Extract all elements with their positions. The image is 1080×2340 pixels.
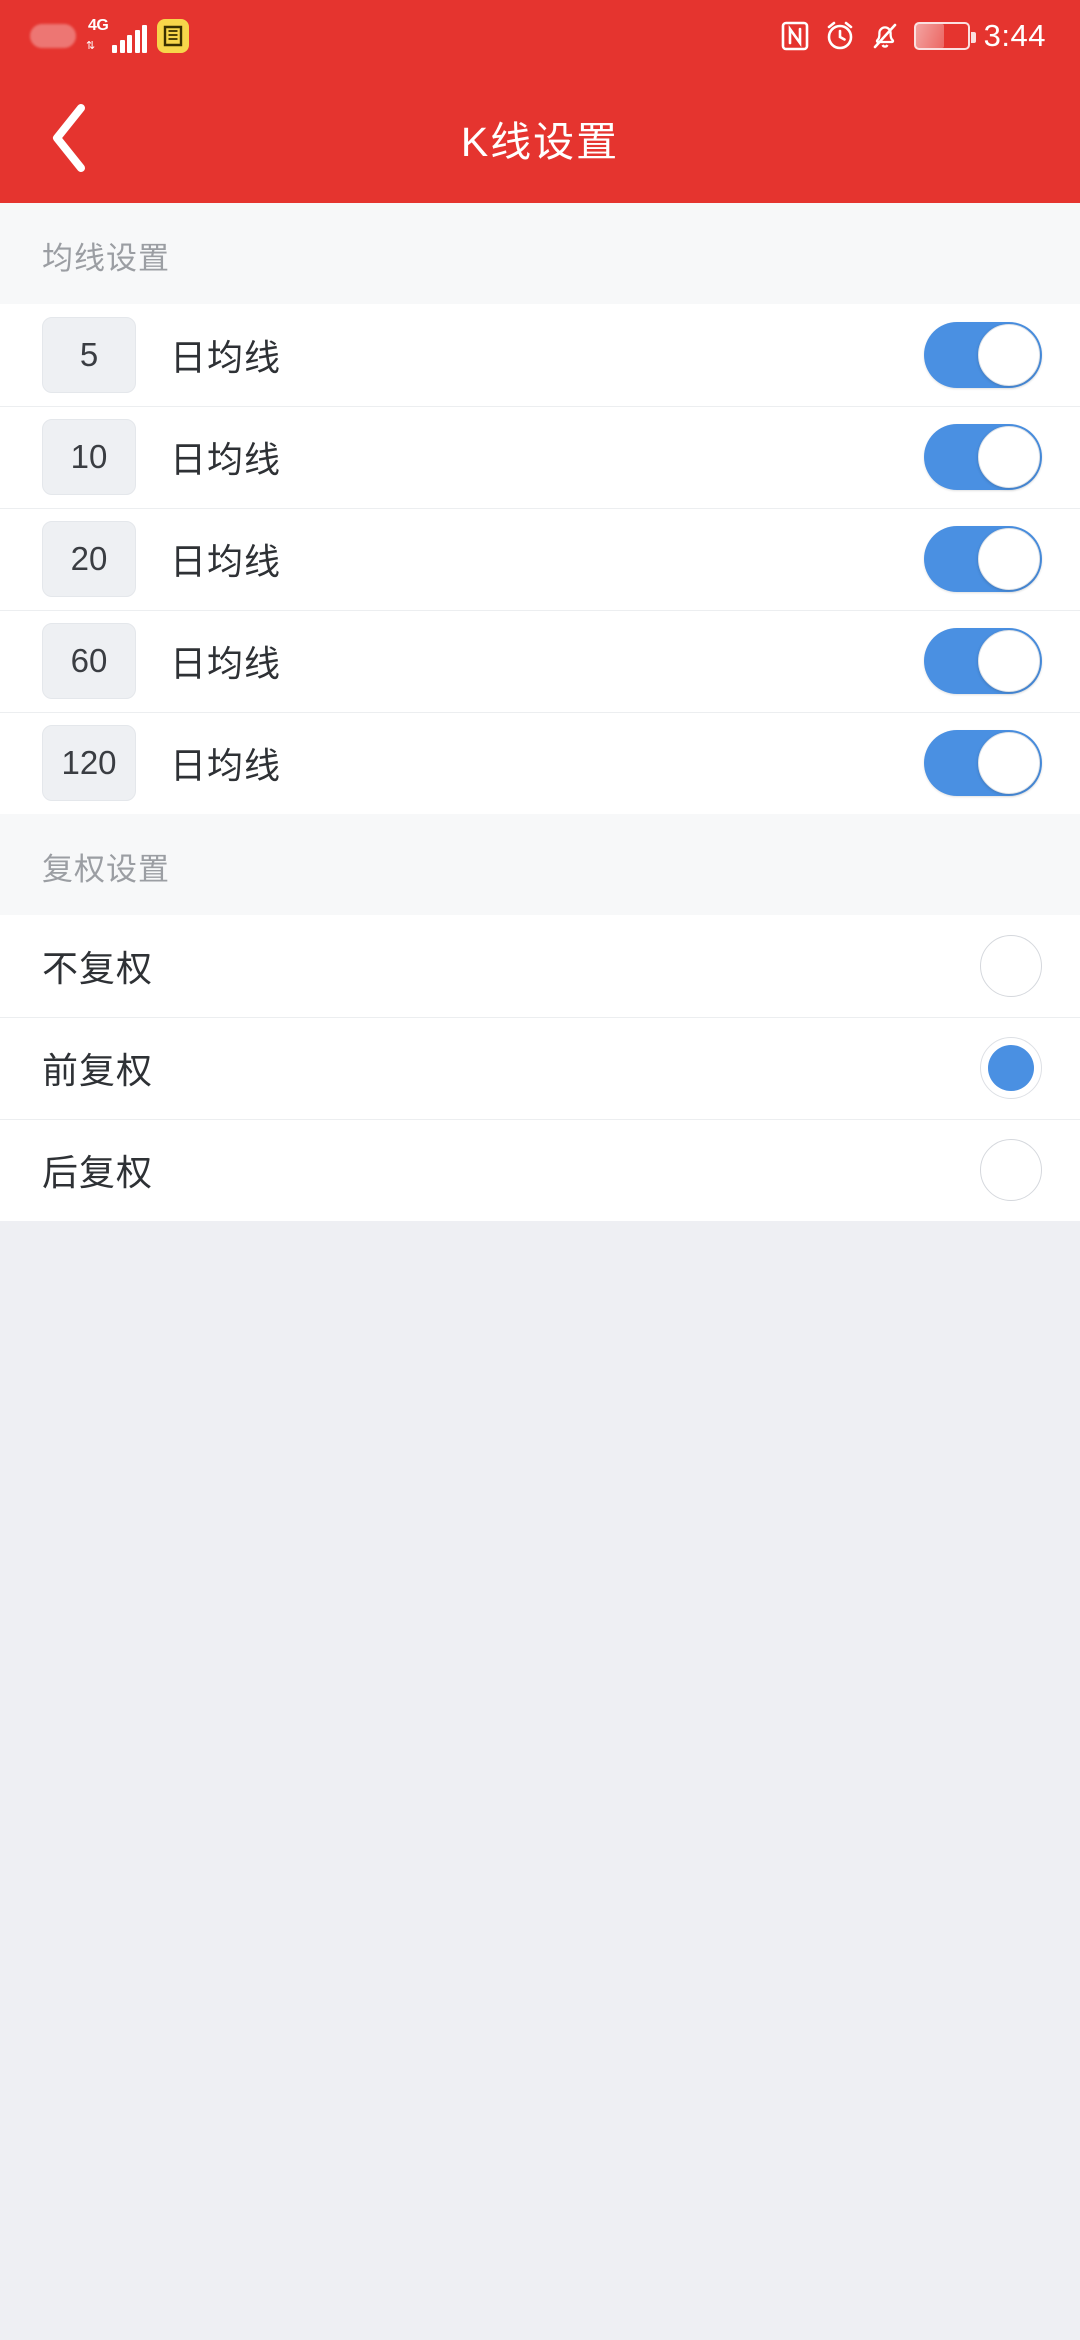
ma-row-5[interactable]: 5 日均线 — [0, 304, 1080, 406]
radio-none[interactable] — [980, 935, 1042, 997]
toggle-thumb — [978, 528, 1040, 590]
ma-label-60: 日均线 — [170, 643, 282, 684]
battery-icon — [913, 22, 976, 50]
empty-area — [0, 1221, 1080, 1896]
network-arrows-icon: ⇅ — [86, 40, 96, 52]
moving-average-list: 5 日均线 10 日均线 20 日均线 60 日均线 120 日均线 — [0, 304, 1080, 814]
status-bar-right: 3:44 — [780, 0, 1046, 72]
blurred-icon — [30, 24, 76, 48]
adjustment-label-forward: 前复权 — [42, 1050, 154, 1091]
ma-toggle-20[interactable] — [924, 526, 1042, 592]
adjustment-option-forward[interactable]: 前复权 — [0, 1017, 1080, 1119]
ma-period-input-120[interactable]: 120 — [42, 725, 136, 801]
toggle-thumb — [978, 426, 1040, 488]
section-header-moving-average: 均线设置 — [0, 203, 1080, 304]
app-badge-icon — [157, 19, 189, 53]
radio-backward[interactable] — [980, 1139, 1042, 1201]
ma-label-120: 日均线 — [170, 745, 282, 786]
section-header-adjustment: 复权设置 — [0, 814, 1080, 915]
adjustment-label-none: 不复权 — [42, 948, 154, 989]
ma-row-60[interactable]: 60 日均线 — [0, 610, 1080, 712]
app-header: K线设置 — [0, 72, 1080, 203]
ma-row-10[interactable]: 10 日均线 — [0, 406, 1080, 508]
chevron-left-icon — [53, 103, 85, 172]
ma-toggle-10[interactable] — [924, 424, 1042, 490]
network-type-label: 4G — [88, 17, 109, 34]
toggle-thumb — [978, 324, 1040, 386]
ma-toggle-60[interactable] — [924, 628, 1042, 694]
toggle-thumb — [978, 732, 1040, 794]
ma-row-120[interactable]: 120 日均线 — [0, 712, 1080, 814]
ma-label-20: 日均线 — [170, 541, 282, 582]
bell-muted-icon — [870, 20, 900, 52]
signal-bars-icon: 4G ⇅ — [86, 17, 147, 53]
adjustment-option-backward[interactable]: 后复权 — [0, 1119, 1080, 1221]
toggle-thumb — [978, 630, 1040, 692]
status-bar-left: 4G ⇅ — [30, 17, 189, 53]
ma-period-input-5[interactable]: 5 — [42, 317, 136, 393]
back-button[interactable] — [22, 90, 118, 186]
settings-content: 均线设置 5 日均线 10 日均线 20 日均线 60 日均线 120 日均线 … — [0, 203, 1080, 1896]
adjustment-option-none[interactable]: 不复权 — [0, 915, 1080, 1017]
ma-label-10: 日均线 — [170, 439, 282, 480]
radio-forward[interactable] — [980, 1037, 1042, 1099]
ma-toggle-120[interactable] — [924, 730, 1042, 796]
page-title: K线设置 — [460, 118, 620, 165]
status-bar-time: 3:44 — [983, 18, 1046, 53]
adjustment-option-list: 不复权 前复权 后复权 — [0, 915, 1080, 1221]
ma-period-input-20[interactable]: 20 — [42, 521, 136, 597]
adjustment-label-backward: 后复权 — [42, 1152, 154, 1193]
signal-strength-bars — [112, 25, 147, 53]
nfc-icon — [780, 20, 810, 52]
ma-row-20[interactable]: 20 日均线 — [0, 508, 1080, 610]
ma-toggle-5[interactable] — [924, 322, 1042, 388]
alarm-clock-icon — [824, 20, 856, 52]
ma-label-5: 日均线 — [170, 337, 282, 378]
ma-period-input-10[interactable]: 10 — [42, 419, 136, 495]
status-bar: 4G ⇅ 3:44 — [0, 0, 1080, 72]
ma-period-input-60[interactable]: 60 — [42, 623, 136, 699]
